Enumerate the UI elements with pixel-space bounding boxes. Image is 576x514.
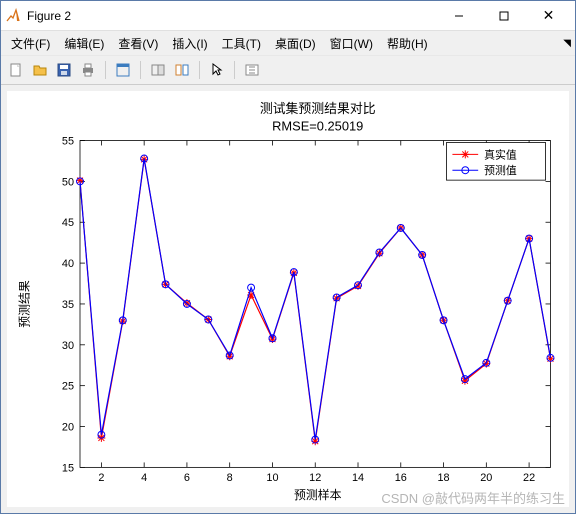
open-button[interactable] xyxy=(29,59,51,81)
svg-text:25: 25 xyxy=(62,381,74,393)
svg-text:45: 45 xyxy=(62,217,74,229)
svg-text:14: 14 xyxy=(352,472,364,484)
svg-text:4: 4 xyxy=(141,472,147,484)
toolbar-separator xyxy=(105,61,106,79)
dock-window-button[interactable] xyxy=(147,59,169,81)
axes[interactable]: 2 4 6 8 10 12 14 16 18 20 22 15 20 25 30 35 40 45 50 55 测试集… xyxy=(7,91,569,507)
svg-text:40: 40 xyxy=(62,258,74,270)
matlab-icon xyxy=(5,8,21,24)
toolbar-separator xyxy=(140,61,141,79)
new-figure-button[interactable] xyxy=(5,59,27,81)
svg-text:6: 6 xyxy=(184,472,190,484)
svg-text:8: 8 xyxy=(227,472,233,484)
client-area: 2 4 6 8 10 12 14 16 18 20 22 15 20 25 30 35 40 45 50 55 测试集… xyxy=(1,85,575,513)
toolbar-separator xyxy=(199,61,200,79)
maximize-button[interactable] xyxy=(481,1,526,31)
menu-edit[interactable]: 编辑(E) xyxy=(58,33,110,54)
svg-text:12: 12 xyxy=(309,472,321,484)
menu-window[interactable]: 窗口(W) xyxy=(324,33,379,54)
minimize-button[interactable] xyxy=(436,1,481,31)
close-button[interactable]: ✕ xyxy=(526,1,571,31)
dock-button[interactable] xyxy=(112,59,134,81)
figure-toolbar xyxy=(1,55,575,85)
svg-text:10: 10 xyxy=(266,472,278,484)
linked-axes-button[interactable] xyxy=(171,59,193,81)
chart-svg: 2 4 6 8 10 12 14 16 18 20 22 15 20 25 30 35 40 45 50 55 测试集… xyxy=(7,91,569,507)
window-title: Figure 2 xyxy=(27,9,436,23)
svg-text:22: 22 xyxy=(523,472,535,484)
menu-file[interactable]: 文件(F) xyxy=(5,33,56,54)
toolbar-separator xyxy=(234,61,235,79)
chart-title: 测试集预测结果对比 xyxy=(260,101,376,116)
x-axis-label: 预测样本 xyxy=(294,488,342,502)
legend-series1: 真实值 xyxy=(484,147,517,161)
toolbar-overflow-icon[interactable]: ◥ xyxy=(563,38,571,49)
print-button[interactable] xyxy=(77,59,99,81)
svg-text:20: 20 xyxy=(62,421,74,433)
title-bar[interactable]: Figure 2 ✕ xyxy=(1,1,575,31)
menu-insert[interactable]: 插入(I) xyxy=(166,33,213,54)
svg-text:20: 20 xyxy=(480,472,492,484)
svg-text:15: 15 xyxy=(62,462,74,474)
menu-help[interactable]: 帮助(H) xyxy=(381,33,434,54)
menu-view[interactable]: 查看(V) xyxy=(112,33,164,54)
svg-text:35: 35 xyxy=(62,299,74,311)
legend[interactable]: 真实值 预测值 xyxy=(446,143,545,181)
svg-text:18: 18 xyxy=(437,472,449,484)
svg-text:30: 30 xyxy=(62,340,74,352)
menu-tools[interactable]: 工具(T) xyxy=(216,33,267,54)
cursor-button[interactable] xyxy=(206,59,228,81)
insert-toolbar-button[interactable] xyxy=(241,59,263,81)
svg-text:50: 50 xyxy=(62,176,74,188)
chart-subtitle: RMSE=0.25019 xyxy=(272,119,363,134)
save-button[interactable] xyxy=(53,59,75,81)
figure-window: Figure 2 ✕ 文件(F) 编辑(E) 查看(V) 插入(I) 工具(T)… xyxy=(0,0,576,514)
y-axis-label: 预测结果 xyxy=(17,280,31,328)
menu-desktop[interactable]: 桌面(D) xyxy=(269,33,322,54)
legend-series2: 预测值 xyxy=(484,164,517,177)
svg-text:16: 16 xyxy=(395,472,407,484)
svg-text:55: 55 xyxy=(62,135,74,147)
svg-text:2: 2 xyxy=(98,472,104,484)
menu-bar: 文件(F) 编辑(E) 查看(V) 插入(I) 工具(T) 桌面(D) 窗口(W… xyxy=(1,31,575,55)
